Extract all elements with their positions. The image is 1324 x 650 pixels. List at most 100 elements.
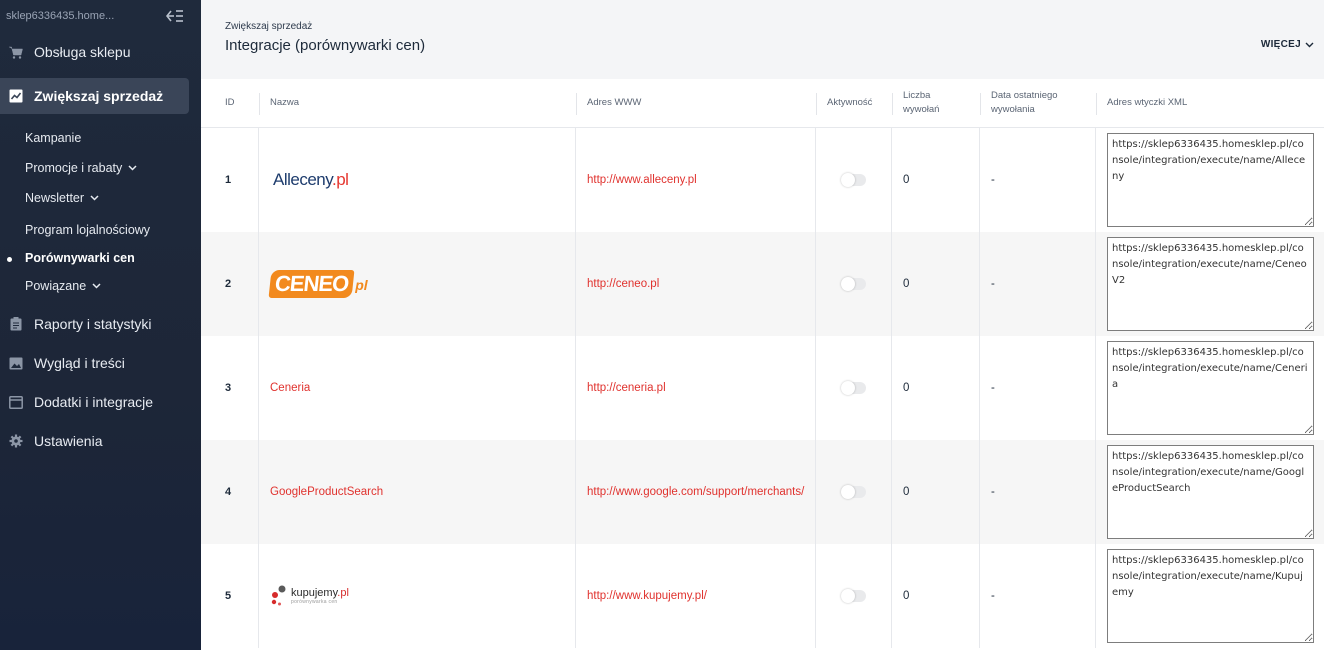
cell-www: http://www.kupujemy.pl/	[576, 544, 816, 648]
table-row: 2 CENEO pl http://ceneo.pl 0 - https://sk…	[201, 232, 1324, 336]
column-header-xml[interactable]: Adres wtyczki XML	[1096, 79, 1324, 127]
column-header-name[interactable]: Nazwa	[259, 79, 576, 127]
table-header: ID Nazwa Adres WWW Aktywność Liczba wywo…	[201, 79, 1324, 128]
breadcrumb[interactable]: Zwiększaj sprzedaż	[225, 21, 312, 32]
subnav-item-newsletter[interactable]: Newsletter	[0, 183, 201, 213]
table-row: 5 kupujemy.pl porównywarka cen http://ww…	[201, 544, 1324, 648]
nav-item-ustawienia[interactable]: Ustawienia	[0, 423, 189, 459]
subnav-item-program-lojalnosciowy[interactable]: Program lojalnościowy	[0, 215, 201, 245]
subnav-item-label: Powiązane	[25, 279, 87, 293]
cell-last-call: -	[980, 336, 1096, 440]
subnav-item-powiazane[interactable]: Powiązane	[0, 271, 201, 301]
nav-item-raporty[interactable]: Raporty i statystyki	[0, 306, 189, 342]
active-toggle[interactable]	[841, 589, 866, 603]
cell-name: kupujemy.pl porównywarka cen	[259, 544, 576, 648]
xml-url-field[interactable]: https://sklep6336435.homesklep.pl/consol…	[1107, 133, 1314, 227]
nav-item-label: Wygląd i treści	[34, 355, 125, 371]
nav-item-label: Raporty i statystyki	[34, 316, 152, 332]
active-toggle[interactable]	[841, 277, 866, 291]
nav-item-wyglad[interactable]: Wygląd i treści	[0, 345, 189, 381]
chart-line-icon	[8, 88, 24, 104]
nav-item-dodatki[interactable]: Dodatki i integracje	[0, 384, 189, 420]
column-header-last-call[interactable]: Data ostatniego wywołania	[980, 79, 1096, 127]
more-button[interactable]: WIĘCEJ	[1261, 39, 1314, 50]
table-row: 3 Ceneria http://ceneria.pl 0 - https://…	[201, 336, 1324, 440]
cell-last-call: -	[980, 440, 1096, 544]
cell-last-call: -	[980, 128, 1096, 232]
subnav-item-label: Porównywarki cen	[25, 251, 135, 265]
page-title: Integracje (porównywarki cen)	[225, 37, 426, 54]
kupujemy-logo[interactable]: kupujemy.pl porównywarka cen	[270, 585, 349, 607]
column-header-calls[interactable]: Liczba wywołań	[892, 79, 980, 127]
cell-www: http://www.alleceny.pl	[576, 128, 816, 232]
subnav-item-label: Newsletter	[25, 191, 85, 205]
column-header-last-line: Data ostatniego	[991, 90, 1058, 101]
cell-xml: https://sklep6336435.homesklep.pl/consol…	[1096, 336, 1324, 440]
cell-xml: https://sklep6336435.homesklep.pl/consol…	[1096, 232, 1324, 336]
www-link[interactable]: http://www.google.com/support/merchants/	[587, 486, 804, 498]
cell-xml: https://sklep6336435.homesklep.pl/consol…	[1096, 544, 1324, 648]
cell-active	[816, 440, 892, 544]
cell-www: http://www.google.com/support/merchants/	[576, 440, 816, 544]
cell-www: http://ceneria.pl	[576, 336, 816, 440]
cell-calls: 0	[892, 232, 980, 336]
image-icon	[8, 355, 24, 371]
cart-icon	[8, 44, 24, 60]
column-header-calls-line: wywołań	[903, 104, 940, 115]
subnav-item-porownywarki-cen[interactable]: Porównywarki cen	[0, 245, 201, 271]
kupujemy-logo-mark	[271, 585, 286, 606]
chevron-down-icon	[1305, 42, 1314, 47]
cell-www: http://ceneo.pl	[576, 232, 816, 336]
cell-name: GoogleProductSearch	[259, 440, 576, 544]
www-link[interactable]: http://www.kupujemy.pl/	[587, 590, 707, 602]
column-header-www[interactable]: Adres WWW	[576, 79, 816, 127]
column-header-last-line: wywołania	[991, 104, 1035, 115]
main-content: Zwiększaj sprzedaż Integracje (porównywa…	[201, 0, 1324, 650]
chevron-down-icon	[92, 283, 101, 289]
cell-xml: https://sklep6336435.homesklep.pl/consol…	[1096, 440, 1324, 544]
sidebar-header: sklep6336435.home...	[0, 0, 201, 32]
table-row: 1 Alleceny.pl http://www.alleceny.pl 0 -…	[201, 128, 1324, 232]
cell-calls: 0	[892, 336, 980, 440]
cell-active	[816, 232, 892, 336]
integration-name-link[interactable]: GoogleProductSearch	[270, 486, 383, 498]
xml-url-field[interactable]: https://sklep6336435.homesklep.pl/consol…	[1107, 341, 1314, 435]
cell-id: 1	[201, 128, 259, 232]
cell-name: Alleceny.pl	[259, 128, 576, 232]
nav-item-obsluga-sklepu[interactable]: Obsługa sklepu	[0, 34, 189, 70]
cell-active	[816, 336, 892, 440]
nav-item-zwiekszaj-sprzedaz[interactable]: Zwiększaj sprzedaż	[0, 78, 189, 114]
subnav-item-label: Promocje i rabaty	[25, 161, 123, 175]
ceneo-logo[interactable]: CENEO pl	[268, 270, 368, 298]
subnav-item-kampanie[interactable]: Kampanie	[0, 123, 201, 153]
cell-id: 3	[201, 336, 259, 440]
collapse-sidebar-icon[interactable]	[165, 8, 185, 24]
active-toggle[interactable]	[841, 485, 866, 499]
more-button-label: WIĘCEJ	[1260, 39, 1301, 50]
active-toggle[interactable]	[841, 381, 866, 395]
xml-url-field[interactable]: https://sklep6336435.homesklep.pl/consol…	[1107, 237, 1314, 331]
cell-id: 2	[201, 232, 259, 336]
xml-url-field[interactable]: https://sklep6336435.homesklep.pl/consol…	[1107, 445, 1314, 539]
alleceny-logo[interactable]: Alleceny.pl	[273, 170, 349, 190]
integration-name-link[interactable]: Ceneria	[270, 382, 310, 394]
subnav-item-promocje[interactable]: Promocje i rabaty	[0, 153, 201, 183]
page-header: Zwiększaj sprzedaż Integracje (porównywa…	[201, 0, 1324, 79]
window-icon	[8, 394, 24, 410]
nav-item-label: Obsługa sklepu	[34, 44, 131, 60]
column-header-calls-line: Liczba	[903, 90, 931, 101]
nav-item-label: Dodatki i integracje	[34, 394, 154, 410]
www-link[interactable]: http://ceneo.pl	[587, 278, 659, 290]
cell-name: CENEO pl	[259, 232, 576, 336]
integrations-table: ID Nazwa Adres WWW Aktywność Liczba wywo…	[201, 79, 1324, 650]
active-toggle[interactable]	[841, 173, 866, 187]
cell-calls: 0	[892, 440, 980, 544]
www-link[interactable]: http://ceneria.pl	[587, 382, 666, 394]
subnav-item-label: Kampanie	[25, 131, 82, 145]
column-header-id[interactable]: ID	[201, 79, 259, 127]
xml-url-field[interactable]: https://sklep6336435.homesklep.pl/consol…	[1107, 549, 1314, 643]
cell-active	[816, 544, 892, 648]
column-header-active[interactable]: Aktywność	[816, 79, 892, 127]
www-link[interactable]: http://www.alleceny.pl	[587, 174, 697, 186]
shop-name[interactable]: sklep6336435.home...	[6, 10, 126, 22]
